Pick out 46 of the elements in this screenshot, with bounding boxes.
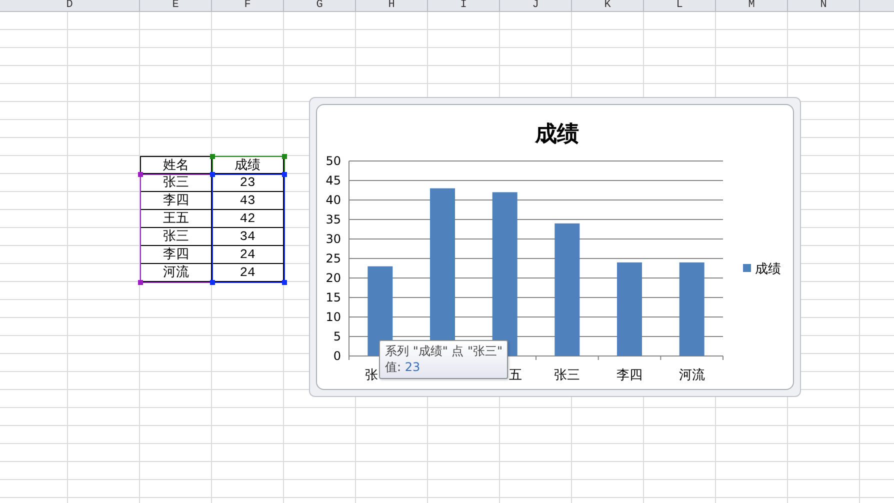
axis-label: 15 xyxy=(326,290,341,304)
column-header[interactable]: K xyxy=(572,0,644,12)
axis-label: 李四 xyxy=(616,368,642,383)
axis-label: 0 xyxy=(333,349,341,363)
column-header[interactable]: L xyxy=(644,0,716,12)
table-cell: 李四 xyxy=(140,192,212,210)
axis-label: 35 xyxy=(326,212,341,226)
axis-label: 40 xyxy=(326,193,341,207)
axis-label: 张 xyxy=(365,368,378,383)
tooltip-text: 系列 "成绩" 点 "张三" xyxy=(385,343,502,359)
selection-handle[interactable] xyxy=(282,154,287,159)
column-header[interactable]: D xyxy=(0,0,140,12)
table-cell: 24 xyxy=(212,246,284,264)
selection-handle[interactable] xyxy=(210,154,215,159)
tooltip-value: 值: 23 xyxy=(385,359,422,375)
chart-title: 成绩 xyxy=(535,122,579,147)
axis-label: 25 xyxy=(326,252,341,266)
selection-handle[interactable] xyxy=(138,280,143,285)
axis-label: 10 xyxy=(326,310,341,324)
selection-handle[interactable] xyxy=(282,280,287,285)
axis-label: 五 xyxy=(509,368,522,383)
column-header[interactable]: N xyxy=(788,0,860,12)
column-header[interactable]: H xyxy=(356,0,428,12)
axis-label: 50 xyxy=(326,154,341,168)
table-cell: 42 xyxy=(212,210,284,228)
table-cell: 34 xyxy=(212,228,284,246)
table-cell: 张三 xyxy=(140,228,212,246)
column-header[interactable]: E xyxy=(140,0,212,12)
axis-label: 30 xyxy=(326,232,341,246)
table-cell: 43 xyxy=(212,192,284,210)
table-cell: 李四 xyxy=(140,246,212,264)
column-header[interactable]: I xyxy=(428,0,500,12)
axis-label: 45 xyxy=(326,174,341,188)
legend-label: 成绩 xyxy=(755,262,781,277)
axis-label: 张三 xyxy=(554,368,580,383)
table-cell: 王五 xyxy=(140,210,212,228)
column-header[interactable]: F xyxy=(212,0,284,12)
axis-label: 河流 xyxy=(678,368,705,383)
column-header[interactable]: G xyxy=(284,0,356,12)
column-header[interactable]: J xyxy=(500,0,572,12)
axis-label: 5 xyxy=(333,330,341,344)
column-header[interactable]: M xyxy=(716,0,788,12)
axis-label: 20 xyxy=(326,271,341,285)
column-header-cell: 姓名 xyxy=(140,156,212,174)
selection-handle[interactable] xyxy=(138,172,143,177)
column-header[interactable] xyxy=(860,0,894,12)
